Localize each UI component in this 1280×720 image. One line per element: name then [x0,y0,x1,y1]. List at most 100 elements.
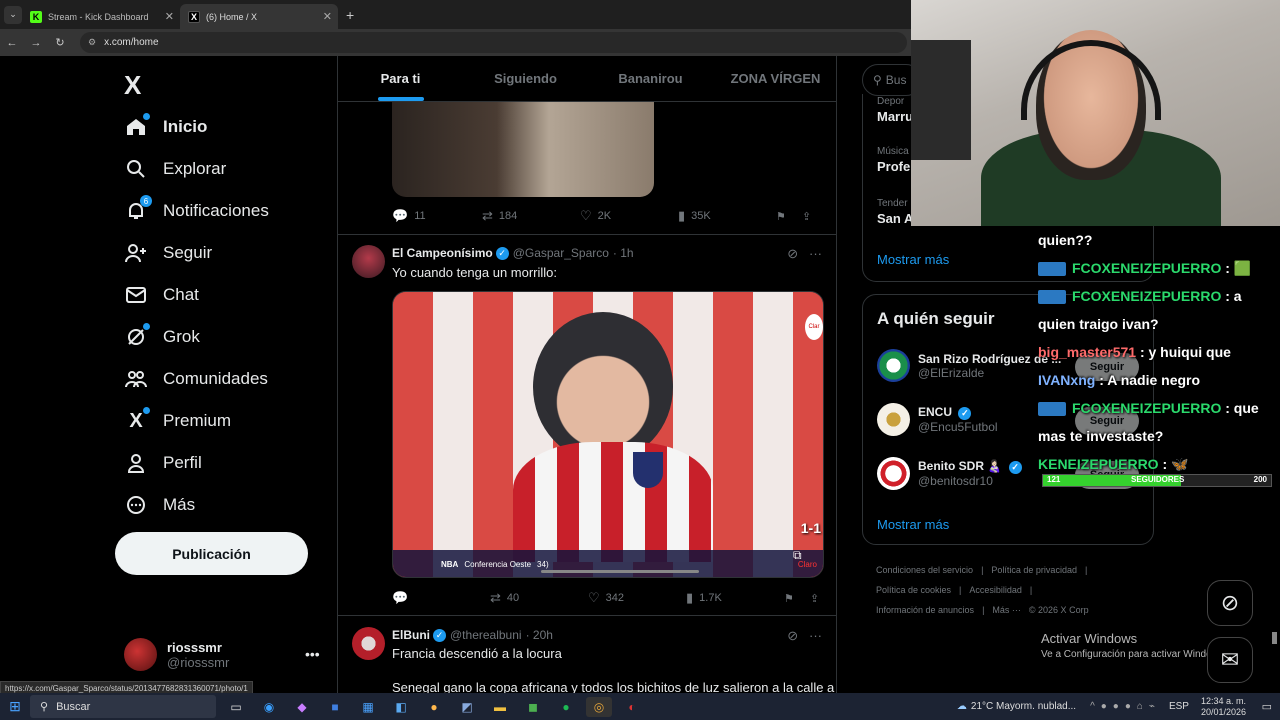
reply-button[interactable]: 💬 11 [392,208,482,224]
tray-icons[interactable]: ^●●●⌂⌁ [1090,701,1161,712]
sidebar-item-inicio[interactable]: Inicio [124,112,207,142]
taskbar-search[interactable]: ⚲ Buscar [30,695,216,718]
gif-icon[interactable]: ⧉ [793,548,802,563]
back-icon[interactable]: ← [0,37,24,49]
browser-tab-x[interactable]: X (6) Home / X ✕ [180,4,338,29]
like-button[interactable]: ♡ 342 [588,590,686,606]
notification-icon[interactable]: ▭ [1262,700,1272,713]
author-name[interactable]: El Campeonísimo [392,246,493,260]
spotify-icon[interactable]: ● [553,697,579,717]
folder-icon[interactable]: ▬ [487,697,513,717]
video-progress[interactable] [541,570,699,573]
new-tab-icon[interactable]: + [346,7,354,23]
tab-para-ti[interactable]: Para ti [338,56,463,101]
footer-link[interactable]: Información de anuncios [876,605,974,615]
tweet-media[interactable]: NBA Conferencia Oeste 34) Claro 1-1 Clar… [392,291,824,578]
tweet-text-continued: Senegal gano la copa africana y todos lo… [392,680,835,693]
tweet-media[interactable] [392,102,654,197]
site-info-icon[interactable]: ⚙ [88,37,96,48]
more-horizontal-icon[interactable]: ··· [809,628,822,643]
bookmark-icon[interactable]: ⚑ [776,210,802,223]
chrome-icon[interactable]: ◎ [586,696,612,717]
clock[interactable]: 12:34 a. m. 20/01/2026 [1201,696,1246,718]
reply-button[interactable]: 💬 [392,590,490,606]
views-button[interactable]: ▮ 1.7K [686,590,784,606]
bookmark-icon[interactable]: ⚑ [784,592,810,605]
post-button[interactable]: Publicación [115,532,308,575]
x-favicon-icon: X [188,10,200,23]
grok-icon[interactable]: ⊘ [787,628,798,643]
repost-button[interactable]: ⇄ 40 [490,590,588,606]
avatar[interactable] [352,245,385,278]
tweet-time[interactable]: · 1h [613,246,634,260]
task-view-icon[interactable]: ▭ [223,697,249,717]
tab-search-button[interactable]: ⌄ [4,5,22,24]
grok-floating-button[interactable]: ⊘ [1207,580,1253,626]
footer-link[interactable]: Más ··· [992,605,1021,615]
sidebar-item-seguir[interactable]: Seguir [124,238,212,268]
x-logo-icon[interactable]: X [124,70,141,101]
language-indicator[interactable]: ESP [1169,701,1189,712]
trend-item[interactable]: Música Profe [877,146,910,174]
share-icon[interactable]: ⇪ [802,210,811,223]
footer-link[interactable]: Política de cookies [876,585,951,595]
copilot-icon[interactable]: ◆ [289,697,315,717]
badge-icon [1038,402,1066,417]
sidebar-item-explorar[interactable]: Explorar [124,154,226,184]
scrollbar-thumb[interactable] [1272,632,1277,644]
account-switcher[interactable]: riosssmr @riosssmr [124,638,229,671]
footer-link[interactable]: Política de privacidad [991,565,1077,575]
more-horizontal-icon[interactable]: ··· [809,246,822,261]
tweet-time[interactable]: · 20h [526,628,553,642]
address-bar[interactable]: ⚙ x.com/home [80,32,907,53]
firefox-icon[interactable]: ● [421,697,447,717]
close-tab-icon[interactable]: ✕ [323,10,332,23]
show-more-link[interactable]: Mostrar más [877,252,949,267]
vscode-icon[interactable]: ◧ [388,697,414,717]
sidebar-item-notificaciones[interactable]: 6 Notificaciones [124,195,269,226]
share-icon[interactable]: ⇪ [810,592,819,605]
reload-icon[interactable]: ↻ [48,36,72,49]
more-horizontal-icon[interactable]: ••• [305,646,320,662]
forward-icon[interactable]: → [24,37,48,49]
messages-floating-button[interactable]: ✉ [1207,637,1253,683]
sidebar-item-perfil[interactable]: Perfil [124,448,202,478]
close-tab-icon[interactable]: ✕ [165,10,174,23]
sidebar-item-mas[interactable]: Más [124,490,195,520]
browser-tab-kick[interactable]: K Stream - Kick Dashboard ✕ [22,4,180,29]
sidebar-item-premium[interactable]: X Premium [124,406,231,436]
sidebar-item-grok[interactable]: Grok [124,322,200,352]
sidebar-item-comunidades[interactable]: Comunidades [124,364,268,394]
avatar[interactable] [352,627,385,660]
app-icon[interactable]: ◼ [520,697,546,717]
trend-item[interactable]: Tender San A [877,198,913,226]
ticker-num: 34) [537,560,549,569]
tab-bananirou[interactable]: Bananirou [588,56,713,101]
obs-icon[interactable]: ◐ [619,697,645,717]
tweet-actions: 💬 11 ⇄ 184 ♡ 2K ▮ 35K ⚑ ⇪ [392,208,824,224]
avatar [877,403,910,436]
grok-icon[interactable]: ⊘ [787,246,798,261]
repost-button[interactable]: ⇄ 184 [482,208,580,224]
store-icon[interactable]: ▦ [355,697,381,717]
views-button[interactable]: ▮ 35K [678,208,776,224]
like-button[interactable]: ♡ 2K [580,208,678,224]
show-more-link[interactable]: Mostrar más [877,517,949,532]
tab-zona-virgen[interactable]: ZONA VÍRGEN [713,56,836,101]
author-name[interactable]: ElBuni [392,628,430,642]
avatar [124,638,157,671]
windows-start-icon[interactable]: ⊞ [0,698,30,715]
sidebar-item-chat[interactable]: Chat [124,280,199,310]
photos-icon[interactable]: ◩ [454,697,480,717]
footer-link[interactable]: Accesibilidad [969,585,1022,595]
footer-link[interactable]: Condiciones del servicio [876,565,973,575]
weather-icon[interactable]: ☁ [957,701,967,712]
author-handle[interactable]: @Gaspar_Sparco [513,246,609,260]
weather-text[interactable]: 21°C Mayorm. nublad... [971,701,1076,712]
outlook-icon[interactable]: ■ [322,697,348,717]
tab-siguiendo[interactable]: Siguiendo [463,56,588,101]
sidebar-item-label: Perfil [163,453,202,472]
trend-item[interactable]: Depor Marru [877,96,913,124]
edge-icon[interactable]: ◉ [256,697,282,717]
author-handle[interactable]: @therealbuni [450,628,522,642]
